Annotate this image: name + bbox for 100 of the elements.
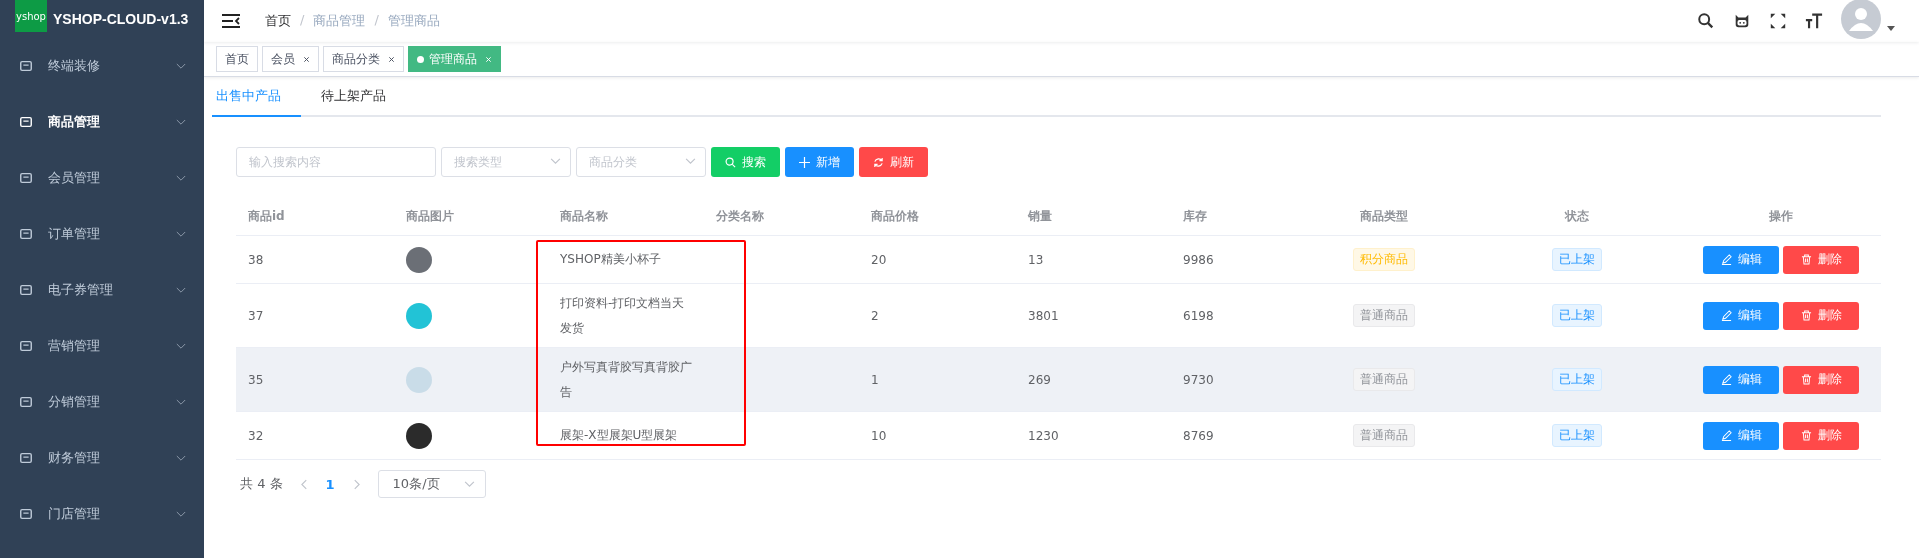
close-icon[interactable] [388, 55, 395, 63]
menu-item-icon [19, 283, 33, 297]
table-cell-text: 1230 [1027, 428, 1060, 443]
total-count: 共 4 条 [240, 475, 283, 493]
sidebar-item[interactable]: 商品管理 [0, 94, 204, 150]
chevron-down-icon [176, 62, 186, 70]
refresh-icon [873, 156, 884, 168]
column-header: 商品类型 [1359, 207, 1409, 225]
photo-placeholder [406, 422, 432, 449]
trash-icon [1800, 430, 1812, 441]
sidebar-item[interactable]: 电子券管理 [0, 262, 204, 318]
category-select[interactable]: 商品分类 [576, 147, 706, 177]
breadcrumb-item: 商品管理 [313, 12, 366, 30]
chevron-down-icon [176, 286, 186, 294]
menu-item-icon [19, 395, 33, 409]
menu-item-icon [19, 171, 33, 185]
table-cell-text: 37 [247, 308, 265, 323]
type-tag: 普通商品 [1353, 368, 1415, 391]
chevron-down-icon [463, 480, 475, 488]
breadcrumb-item: 管理商品 [387, 12, 440, 30]
table-cell-text: 2 [870, 308, 880, 323]
plus-icon [799, 156, 810, 168]
sidebar-item[interactable]: 订单管理 [0, 206, 204, 262]
table-cell-text: 户外写真背胶写真背胶广告 [560, 358, 692, 401]
photo-placeholder [406, 246, 432, 273]
column-header: 商品价格 [870, 207, 920, 225]
search-icon[interactable] [1697, 12, 1715, 30]
table-cell-text: YSHOP精美小杯子 [560, 251, 662, 268]
page-tag[interactable]: 会员 [262, 46, 319, 72]
type-tag: 普通商品 [1353, 424, 1415, 447]
trash-icon [1800, 254, 1812, 265]
search-type-select[interactable]: 搜索类型 [441, 147, 571, 177]
close-icon[interactable] [303, 55, 310, 63]
menu-item-icon [19, 339, 33, 353]
table-cell-text: 9730 [1182, 372, 1215, 387]
column-header: 销量 [1027, 207, 1053, 225]
chevron-down-icon [176, 454, 186, 462]
page-tag[interactable]: 首页 [216, 46, 258, 72]
trash-icon [1800, 310, 1812, 321]
table-cell-text: 9986 [1182, 252, 1215, 267]
breadcrumb-separator: / [374, 12, 379, 29]
chevron-down-icon [176, 174, 186, 182]
sidebar-item[interactable]: 终端装修 [0, 38, 204, 94]
trash-icon [1800, 374, 1812, 385]
sidebar-item[interactable]: 门店管理 [0, 486, 204, 542]
pencil-icon [1720, 430, 1732, 441]
logo: yshop [15, 0, 47, 32]
app-title: YSHOP-CLOUD-v1.3 [53, 11, 189, 27]
active-dot-icon [417, 55, 424, 63]
breadcrumb-separator: / [300, 12, 305, 29]
table-cell-text: 打印资料-打印文档当天发货 [560, 294, 686, 337]
sidebar-item[interactable]: 分销管理 [0, 374, 204, 430]
table-cell-text: 20 [870, 252, 888, 267]
menu-item-icon [19, 115, 33, 129]
table-cell-text: 10 [870, 428, 888, 443]
column-header: 状态 [1563, 207, 1590, 225]
table-cell-text: 展架-X型展架U型展架 [560, 427, 679, 444]
column-header: 库存 [1182, 207, 1208, 225]
table-cell-text: 38 [247, 252, 265, 267]
font-size-icon[interactable] [1805, 12, 1823, 30]
chevron-down-icon [176, 398, 186, 406]
search-field[interactable]: 输入搜索内容 [236, 147, 436, 177]
search-icon [725, 156, 736, 168]
chevron-down-icon [176, 510, 186, 518]
table-cell-text: 1 [870, 372, 880, 387]
column-header: 商品图片 [405, 207, 455, 225]
status-tag: 已上架 [1552, 424, 1602, 447]
column-header: 商品id [247, 207, 286, 225]
sidebar-item[interactable]: 会员管理 [0, 150, 204, 206]
table-cell-text: 269 [1027, 372, 1052, 387]
column-header: 商品名称 [559, 207, 609, 225]
photo-placeholder [406, 366, 432, 393]
page-size-select[interactable]: 10条/页 [377, 470, 486, 498]
table-cell-text: 3801 [1027, 308, 1060, 323]
sidebar-item[interactable]: 财务管理 [0, 430, 204, 486]
cat-face-icon[interactable] [1733, 12, 1751, 30]
table-cell-text: 35 [247, 372, 265, 387]
sidebar-item[interactable]: 营销管理 [0, 318, 204, 374]
column-header: 操作 [1768, 207, 1794, 225]
fullscreen-icon[interactable] [1769, 12, 1787, 30]
menu-item-icon [19, 59, 33, 73]
table-cell-text: 6198 [1182, 308, 1215, 323]
page-tag[interactable]: 商品分类 [323, 46, 404, 72]
status-tag: 已上架 [1552, 304, 1602, 327]
tab[interactable]: 出售中产品 [212, 77, 301, 117]
column-header: 分类名称 [715, 207, 765, 225]
type-tag: 普通商品 [1353, 304, 1415, 327]
table-cell-text: 8769 [1182, 428, 1215, 443]
menu-toggle-icon[interactable] [222, 14, 240, 28]
menu-item-icon [19, 227, 33, 241]
chevron-down-icon [176, 118, 186, 126]
photo-placeholder [406, 302, 432, 329]
breadcrumb-item[interactable]: 首页 [265, 12, 291, 30]
pencil-icon [1720, 254, 1732, 265]
pencil-icon [1720, 374, 1732, 385]
menu-item-icon [19, 507, 33, 521]
tab[interactable]: 待上架产品 [317, 77, 406, 117]
type-tag: 积分商品 [1353, 248, 1415, 271]
chevron-down-icon [176, 230, 186, 238]
caret-down-icon[interactable] [1887, 25, 1895, 31]
